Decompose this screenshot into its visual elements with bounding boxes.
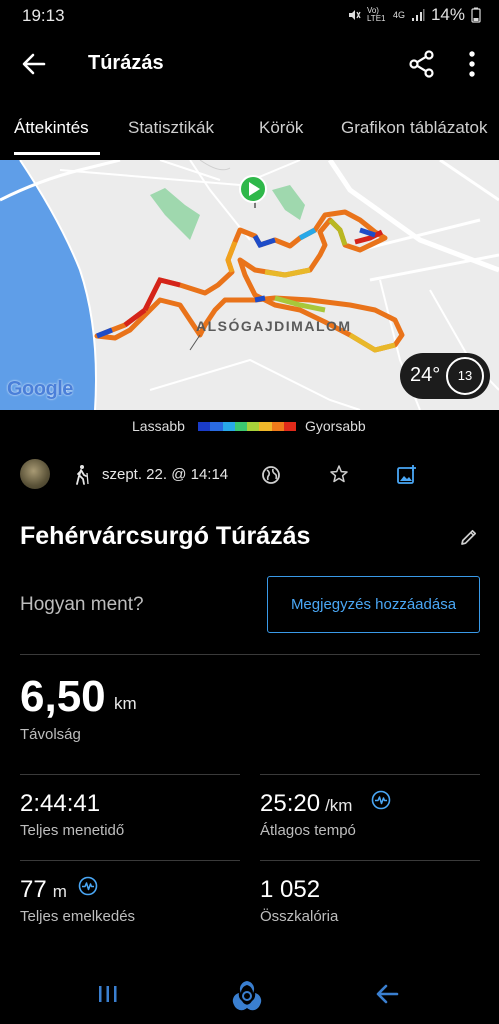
home-biohazard-icon[interactable]	[229, 979, 265, 1011]
tab-statistics[interactable]: Statisztikák	[128, 118, 214, 138]
app-bar: Túrázás	[0, 30, 499, 98]
network-label: Vo) LTE1	[366, 6, 386, 23]
tab-indicator	[14, 152, 100, 155]
google-logo: Google	[7, 378, 73, 400]
battery-percent: 14%	[430, 5, 465, 24]
add-photo-icon[interactable]	[396, 464, 418, 486]
elevation-gain-label: Teljes emelkedés	[20, 908, 136, 925]
signal-icon	[411, 9, 425, 21]
divider	[20, 860, 240, 861]
avg-pace-label: Átlagos tempó	[260, 822, 356, 839]
legend-faster-label: Gyorsabb	[305, 418, 366, 434]
calories-label: Összkalória	[260, 908, 339, 925]
route-map[interactable]: ALSÓGAJDIMALOM Google 24° 13	[0, 160, 499, 410]
tab-overview[interactable]: Áttekintés	[14, 118, 89, 138]
more-options-button[interactable]	[458, 48, 486, 80]
activity-date: szept. 22. @ 14:14	[102, 466, 229, 483]
divider	[260, 774, 480, 775]
avg-pace-value: 25:20	[260, 790, 321, 817]
wind-dial: 13	[446, 357, 484, 395]
activity-meta: szept. 22. @ 14:14	[0, 455, 499, 495]
wind-speed: 13	[457, 368, 473, 383]
nav-back-icon[interactable]	[374, 982, 400, 1006]
distance-value: 6,50	[20, 672, 106, 721]
more-vertical-icon	[469, 51, 475, 77]
legend-color-swatch	[271, 422, 284, 431]
legend-color-swatch	[210, 422, 223, 431]
add-note-button[interactable]: Megjegyzés hozzáadása	[267, 576, 480, 633]
how-did-it-go-label: Hogyan ment?	[20, 594, 144, 615]
battery-icon	[471, 7, 481, 23]
status-bar: 19:13 Vo) LTE1 4G 14%	[0, 0, 499, 30]
legend-color-swatch	[259, 422, 272, 431]
status-time: 19:13	[22, 6, 65, 25]
elevation-gain-unit: m	[52, 882, 67, 901]
legend-color-swatch	[222, 422, 235, 431]
system-nav-bar	[0, 966, 499, 1024]
legend-color-swatch	[247, 422, 260, 431]
elevation-gain: 77 m	[20, 876, 67, 904]
distance-unit: km	[114, 694, 137, 713]
legend-color-swatch	[198, 422, 211, 431]
recent-apps-icon[interactable]	[97, 985, 119, 1003]
pulse-icon[interactable]	[78, 876, 98, 896]
pencil-icon[interactable]	[459, 527, 479, 547]
star-icon[interactable]	[329, 464, 349, 484]
back-button[interactable]	[18, 48, 50, 80]
legend-slower-label: Lassabb	[132, 418, 185, 434]
elevation-gain-value: 77	[20, 876, 47, 903]
place-label: ALSÓGAJDIMALOM	[196, 318, 352, 334]
status-icons: Vo) LTE1 4G 14%	[347, 5, 481, 25]
legend-color-swatch	[234, 422, 247, 431]
tab-laps[interactable]: Körök	[259, 118, 303, 138]
weather-temperature: 24°	[410, 364, 441, 386]
activity-name: Fehérvárcsurgó Túrázás	[20, 522, 311, 550]
pulse-icon[interactable]	[371, 790, 391, 810]
legend-color-bar	[198, 422, 296, 431]
share-icon	[409, 50, 434, 78]
total-time-value: 2:44:41	[20, 790, 101, 817]
signal-label: 4G	[392, 10, 405, 20]
avg-pace: 25:20/km	[260, 790, 352, 818]
globe-icon[interactable]	[261, 465, 281, 485]
calories-value: 1 052	[260, 876, 321, 903]
total-time-label: Teljes menetidő	[20, 822, 125, 839]
tab-charts[interactable]: Grafikon táblázatok	[341, 118, 487, 138]
tab-bar: Áttekintés Statisztikák Körök Grafikon t…	[0, 98, 499, 156]
legend-color-swatch	[283, 422, 296, 431]
start-marker	[239, 175, 267, 208]
distance-label: Távolság	[20, 726, 81, 743]
divider	[260, 860, 480, 861]
speed-legend: Lassabb Gyorsabb	[0, 413, 499, 439]
share-button[interactable]	[406, 48, 438, 80]
page-title: Túrázás	[88, 52, 164, 74]
divider	[20, 774, 240, 775]
weather-badge[interactable]: 24° 13	[400, 353, 490, 399]
divider	[20, 654, 480, 655]
arrow-left-icon	[22, 53, 46, 75]
hiking-icon	[76, 465, 89, 485]
avg-pace-unit: /km	[325, 796, 353, 815]
mute-icon	[348, 10, 361, 20]
avatar[interactable]	[20, 459, 50, 489]
